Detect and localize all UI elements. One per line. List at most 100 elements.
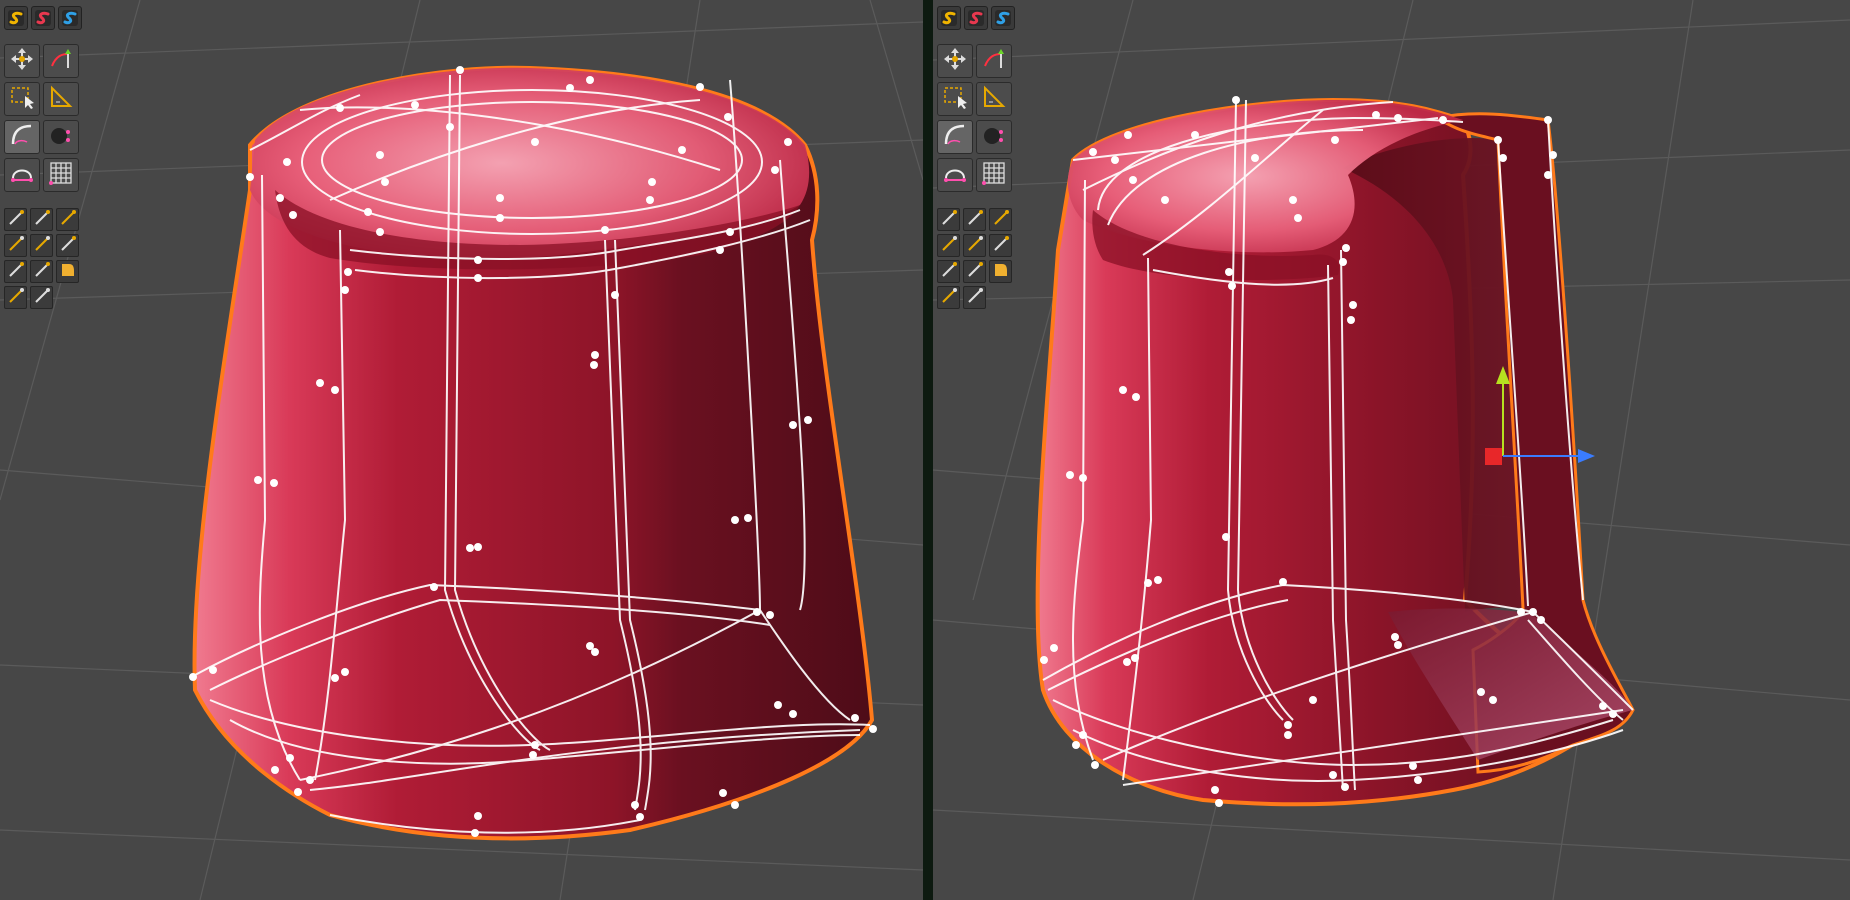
- curve-tools-row: [937, 260, 1018, 286]
- arc-tool-button[interactable]: [989, 208, 1012, 231]
- viewport-left[interactable]: [0, 0, 923, 900]
- pen-add-tool-icon: [966, 209, 984, 231]
- pen-add-tool-button[interactable]: [963, 208, 986, 231]
- brush-tool-icon: [940, 235, 958, 257]
- main-tools-row: [937, 82, 1018, 120]
- trim-tool-icon: [33, 261, 51, 283]
- bezier-tool-button[interactable]: [4, 120, 40, 154]
- bridge-tool-button[interactable]: [937, 158, 973, 192]
- viewport-right-canvas[interactable]: [933, 0, 1850, 900]
- pen-add-tool-button[interactable]: [30, 208, 53, 231]
- toolbar-left: [4, 6, 85, 312]
- select-box-tool-button[interactable]: [4, 82, 40, 116]
- fillet-tool-button[interactable]: [989, 260, 1012, 283]
- pen-tool-button[interactable]: [4, 208, 27, 231]
- measure-tool-icon: [981, 84, 1007, 114]
- curve-tools-row: [937, 286, 1018, 312]
- bridge-tool-button[interactable]: [4, 158, 40, 192]
- pen-tool-button[interactable]: [937, 208, 960, 231]
- toolbar-right: [937, 6, 1018, 312]
- select-box-tool-button[interactable]: [937, 82, 973, 116]
- fillet-tool-icon: [59, 261, 77, 283]
- split-tool-button[interactable]: [4, 260, 27, 283]
- pen-add-tool-icon: [33, 209, 51, 231]
- sculpt-tool-button[interactable]: [43, 120, 79, 154]
- mode-switcher: [4, 6, 85, 30]
- measure-tool-button[interactable]: [43, 82, 79, 116]
- measure-tool-icon: [48, 84, 74, 114]
- pen-tool-icon: [940, 209, 958, 231]
- pencil-tool-button[interactable]: [937, 286, 960, 309]
- curve-tools-row: [4, 234, 85, 260]
- viewport-left-canvas[interactable]: [0, 0, 923, 900]
- main-tools-row: [937, 158, 1018, 196]
- grid-tool-icon: [981, 160, 1007, 190]
- line-tool-icon: [966, 235, 984, 257]
- curve-mode-blue-icon[interactable]: [58, 6, 82, 30]
- bezier-tool-button[interactable]: [937, 120, 973, 154]
- gizmo-z-handle[interactable]: [1485, 448, 1502, 465]
- draw-curve-tool-icon: [981, 46, 1007, 76]
- blend-tool-icon: [992, 235, 1010, 257]
- draw-curve-tool-button[interactable]: [43, 44, 79, 78]
- split-tool-icon: [940, 261, 958, 283]
- select-box-tool-icon: [942, 84, 968, 114]
- line-tool-button[interactable]: [30, 234, 53, 257]
- pen-tool-icon: [7, 209, 25, 231]
- mode-switcher: [937, 6, 1018, 30]
- move-tool-icon: [942, 46, 968, 76]
- curve-mode-blue-icon[interactable]: [991, 6, 1015, 30]
- knife-tool-icon: [33, 287, 51, 309]
- trim-tool-icon: [966, 261, 984, 283]
- curve-mode-red-icon[interactable]: [964, 6, 988, 30]
- curve-tools-row: [4, 286, 85, 312]
- split-tool-button[interactable]: [937, 260, 960, 283]
- bridge-tool-icon: [942, 160, 968, 190]
- trim-tool-button[interactable]: [30, 260, 53, 283]
- trim-tool-button[interactable]: [963, 260, 986, 283]
- app-window: [0, 0, 1850, 900]
- split-tool-icon: [7, 261, 25, 283]
- sculpt-tool-button[interactable]: [976, 120, 1012, 154]
- bezier-tool-icon: [942, 122, 968, 152]
- viewport-right[interactable]: [933, 0, 1850, 900]
- main-tools-row: [937, 120, 1018, 158]
- grid-tool-icon: [48, 160, 74, 190]
- move-tool-button[interactable]: [937, 44, 973, 78]
- line-tool-button[interactable]: [963, 234, 986, 257]
- arc-tool-button[interactable]: [56, 208, 79, 231]
- pencil-tool-icon: [940, 287, 958, 309]
- pencil-tool-button[interactable]: [4, 286, 27, 309]
- fillet-tool-icon: [992, 261, 1010, 283]
- blend-tool-button[interactable]: [989, 234, 1012, 257]
- knife-tool-button[interactable]: [963, 286, 986, 309]
- grid-tool-button[interactable]: [43, 158, 79, 192]
- main-tools-row: [4, 44, 85, 82]
- brush-tool-button[interactable]: [937, 234, 960, 257]
- line-tool-icon: [33, 235, 51, 257]
- grid-tool-button[interactable]: [976, 158, 1012, 192]
- curve-mode-yellow-icon[interactable]: [937, 6, 961, 30]
- curve-tools-row: [4, 260, 85, 286]
- bezier-tool-icon: [9, 122, 35, 152]
- fillet-tool-button[interactable]: [56, 260, 79, 283]
- viewport-divider[interactable]: [923, 0, 933, 900]
- knife-tool-button[interactable]: [30, 286, 53, 309]
- brush-tool-button[interactable]: [4, 234, 27, 257]
- curve-tools-row: [4, 208, 85, 234]
- sculpt-tool-icon: [48, 122, 74, 152]
- blend-tool-button[interactable]: [56, 234, 79, 257]
- draw-curve-tool-button[interactable]: [976, 44, 1012, 78]
- bridge-tool-icon: [9, 160, 35, 190]
- curve-mode-yellow-icon[interactable]: [4, 6, 28, 30]
- measure-tool-button[interactable]: [976, 82, 1012, 116]
- sculpt-tool-icon: [981, 122, 1007, 152]
- draw-curve-tool-icon: [48, 46, 74, 76]
- move-tool-icon: [9, 46, 35, 76]
- move-tool-button[interactable]: [4, 44, 40, 78]
- pencil-tool-icon: [7, 287, 25, 309]
- arc-tool-icon: [992, 209, 1010, 231]
- curve-mode-red-icon[interactable]: [31, 6, 55, 30]
- main-tools-row: [4, 158, 85, 196]
- curve-tools-row: [937, 208, 1018, 234]
